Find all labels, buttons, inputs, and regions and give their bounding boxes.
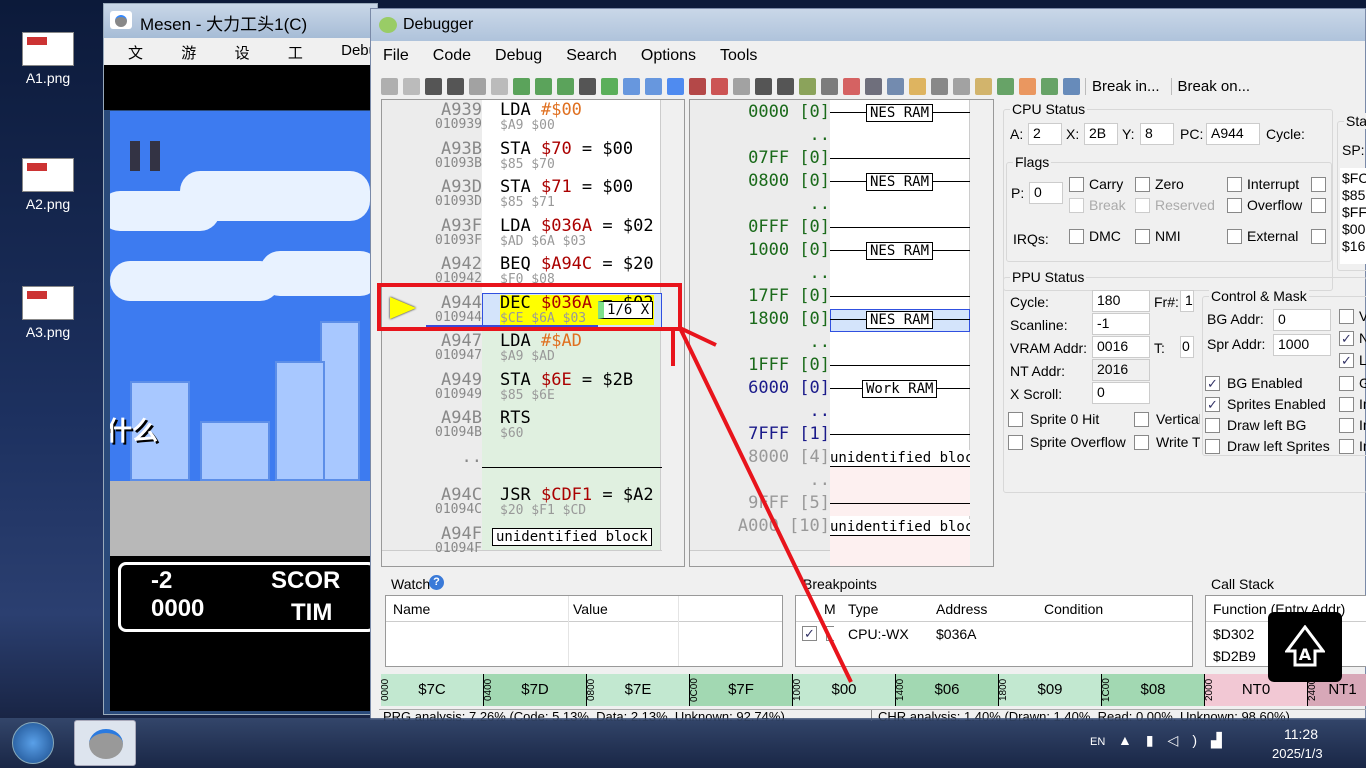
- start-button[interactable]: [12, 722, 54, 764]
- tray-icons[interactable]: ▲▮◁)▟: [1118, 732, 1236, 749]
- taskbar-mesen-button[interactable]: [74, 720, 136, 766]
- mesen-eye-icon: [89, 729, 123, 759]
- language-indicator[interactable]: EN: [1090, 736, 1105, 748]
- annotation-arrow: [671, 326, 853, 683]
- clock-date[interactable]: 2025/1/3: [1272, 746, 1323, 761]
- clock-time[interactable]: 11:28: [1284, 726, 1318, 742]
- taskbar: EN ▲▮◁)▟ 11:28 2025/1/3: [0, 718, 1366, 768]
